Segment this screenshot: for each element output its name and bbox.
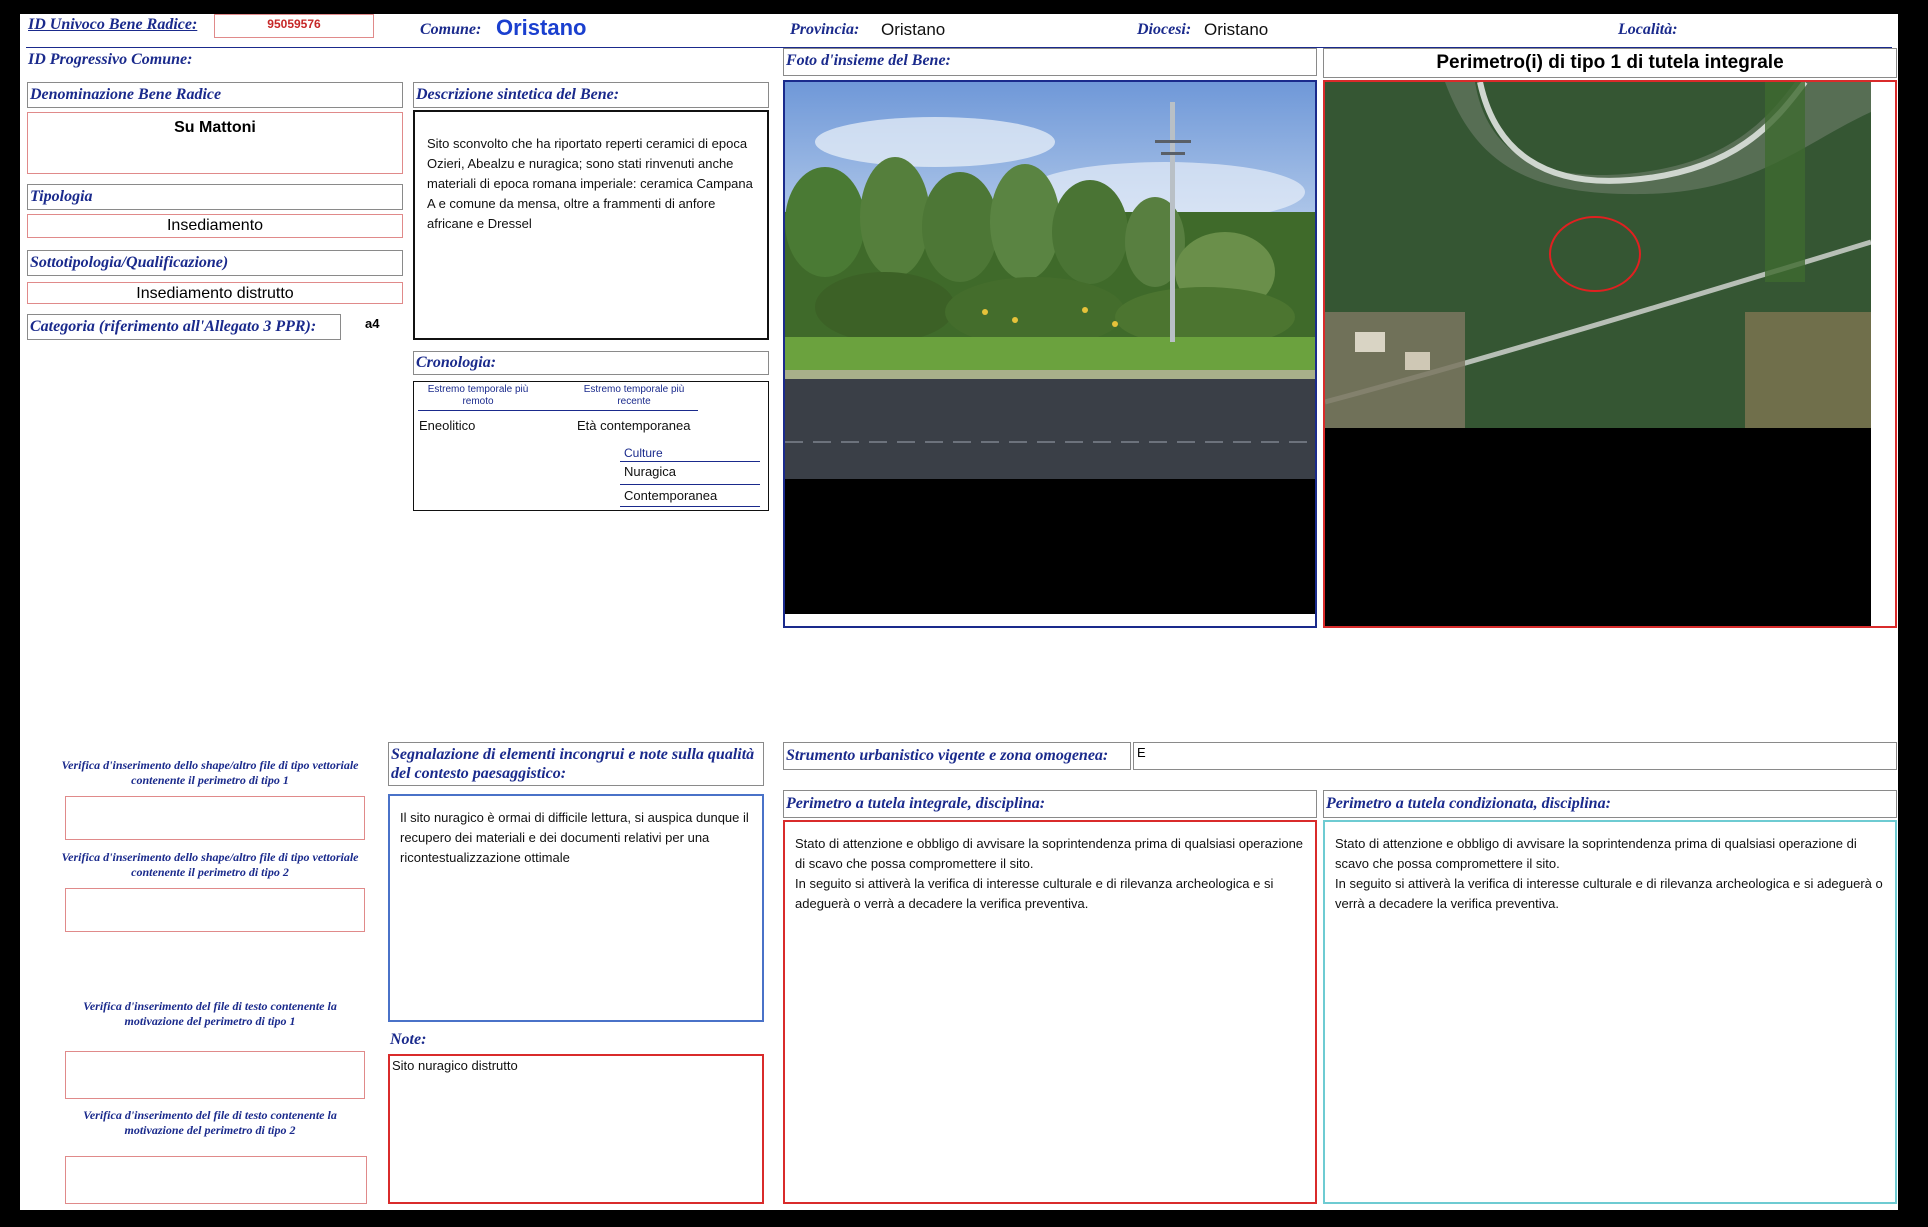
tutela-condizionata-field[interactable]: Stato di attenzione e obbligo di avvisar… [1323,820,1897,1204]
verifica-shape-1-field[interactable] [65,796,365,840]
diocesi-label: Diocesi: [1137,21,1192,38]
denominazione-label-box: Denominazione Bene Radice [27,82,403,108]
cronologia-table: Estremo temporale più remoto Estremo tem… [413,381,769,511]
cronologia-label-box: Cronologia: [413,351,769,375]
verifica-shape-1-label: Verifica d'inserimento dello shape/altro… [61,758,359,787]
categoria-value: a4 [365,316,380,331]
perimetro-map [1325,82,1871,626]
tutela-integrale-label: Perimetro a tutela integrale, disciplina… [786,795,1046,812]
foto-label-box: Foto d'insieme del Bene: [783,48,1317,76]
culture-header: Culture [624,446,663,460]
strumento-value: E [1137,745,1146,760]
cronologia-header-line [418,410,698,411]
comune-label: Comune: [420,21,482,38]
id-univoco-label: ID Univoco Bene Radice: [28,16,198,33]
id-univoco-value: 95059576 [267,17,321,31]
categoria-label: Categoria (riferimento all'Allegato 3 PP… [30,318,317,335]
perimetro-title-box: Perimetro(i) di tipo 1 di tutela integra… [1323,48,1897,78]
site-photo [785,82,1315,614]
cronologia-remoto: Eneolitico [419,418,476,433]
tutela-condizionata-text-1: Stato di attenzione e obbligo di avvisar… [1335,836,1857,871]
foto-frame [783,80,1317,628]
sottotipologia-label-box: Sottotipologia/Qualificazione) [27,250,403,276]
note-text: Sito nuragico distrutto [392,1058,518,1073]
culture-line-3 [620,506,760,507]
provincia-value: Oristano [881,20,946,39]
descrizione-label-box: Descrizione sintetica del Bene: [413,82,769,108]
tutela-condizionata-label-box: Perimetro a tutela condizionata, discipl… [1323,790,1897,818]
descrizione-text: Sito sconvolto che ha riportato reperti … [427,136,753,231]
segnalazione-label: Segnalazione di elementi incongrui e not… [391,746,755,782]
tutela-condizionata-text-2: In seguito si attiverà la verifica di in… [1335,876,1883,911]
perimetro-frame [1323,80,1897,628]
verifica-testo-1-label: Verifica d'inserimento del file di testo… [83,999,337,1028]
foto-label: Foto d'insieme del Bene: [786,52,951,69]
localita-label: Località: [1618,21,1678,38]
tutela-integrale-label-box: Perimetro a tutela integrale, disciplina… [783,790,1317,818]
sottotipologia-label: Sottotipologia/Qualificazione) [30,254,229,271]
cronologia-col1-header: Estremo temporale più remoto [427,384,529,407]
scheda-sheet: ID Univoco Bene Radice: 95059576 Comune:… [20,14,1898,1210]
denominazione-label: Denominazione Bene Radice [30,86,222,103]
provincia-label: Provincia: [790,21,860,38]
tutela-integrale-field[interactable]: Stato di attenzione e obbligo di avvisar… [783,820,1317,1204]
descrizione-label: Descrizione sintetica del Bene: [416,86,620,103]
verifica-shape-2-field[interactable] [65,888,365,932]
segnalazione-label-box: Segnalazione di elementi incongrui e not… [388,742,764,786]
categoria-label-box: Categoria (riferimento all'Allegato 3 PP… [27,314,341,340]
segnalazione-field[interactable]: Il sito nuragico è ormai di difficile le… [388,794,764,1022]
culture-item: Nuragica [624,464,677,479]
tutela-integrale-text-1: Stato di attenzione e obbligo di avvisar… [795,836,1304,871]
id-univoco-field[interactable]: 95059576 [214,14,374,38]
sottotipologia-value: Insediamento distrutto [136,285,294,302]
cronologia-recente: Età contemporanea [577,418,691,433]
culture-item: Contemporanea [624,488,718,503]
culture-line-2 [620,484,760,485]
cronologia-label: Cronologia: [416,354,497,371]
tipologia-label-box: Tipologia [27,184,403,210]
tipologia-label: Tipologia [30,188,93,205]
denominazione-value: Su Mattoni [174,119,256,136]
strumento-field[interactable]: E [1133,742,1897,770]
sottotipologia-field[interactable]: Insediamento distrutto [27,282,403,304]
verifica-testo-2-field[interactable] [65,1156,367,1204]
segnalazione-text: Il sito nuragico è ormai di difficile le… [400,810,749,865]
verifica-shape-2-label: Verifica d'inserimento dello shape/altro… [61,850,359,879]
tutela-integrale-text-2: In seguito si attiverà la verifica di in… [795,876,1274,911]
tipologia-value: Insediamento [166,217,264,234]
comune-value: Oristano [496,15,587,40]
verifica-testo-1-field[interactable] [65,1051,365,1099]
tutela-condizionata-label: Perimetro a tutela condizionata, discipl… [1326,795,1611,812]
cronologia-col2-header: Estremo temporale più recente [583,384,685,407]
strumento-label-box: Strumento urbanistico vigente e zona omo… [783,742,1131,770]
tipologia-field[interactable]: Insediamento [27,214,403,238]
descrizione-field[interactable]: Sito sconvolto che ha riportato reperti … [413,110,769,340]
note-field[interactable]: Sito nuragico distrutto [388,1054,764,1204]
perimetro-title: Perimetro(i) di tipo 1 di tutela integra… [1436,52,1784,73]
denominazione-field[interactable]: Su Mattoni [27,112,403,174]
id-progressivo-label: ID Progressivo Comune: [28,51,193,68]
strumento-label: Strumento urbanistico vigente e zona omo… [786,747,1109,764]
verifica-testo-2-label: Verifica d'inserimento del file di testo… [83,1108,337,1137]
diocesi-value: Oristano [1204,20,1269,39]
note-label: Note: [390,1031,427,1048]
